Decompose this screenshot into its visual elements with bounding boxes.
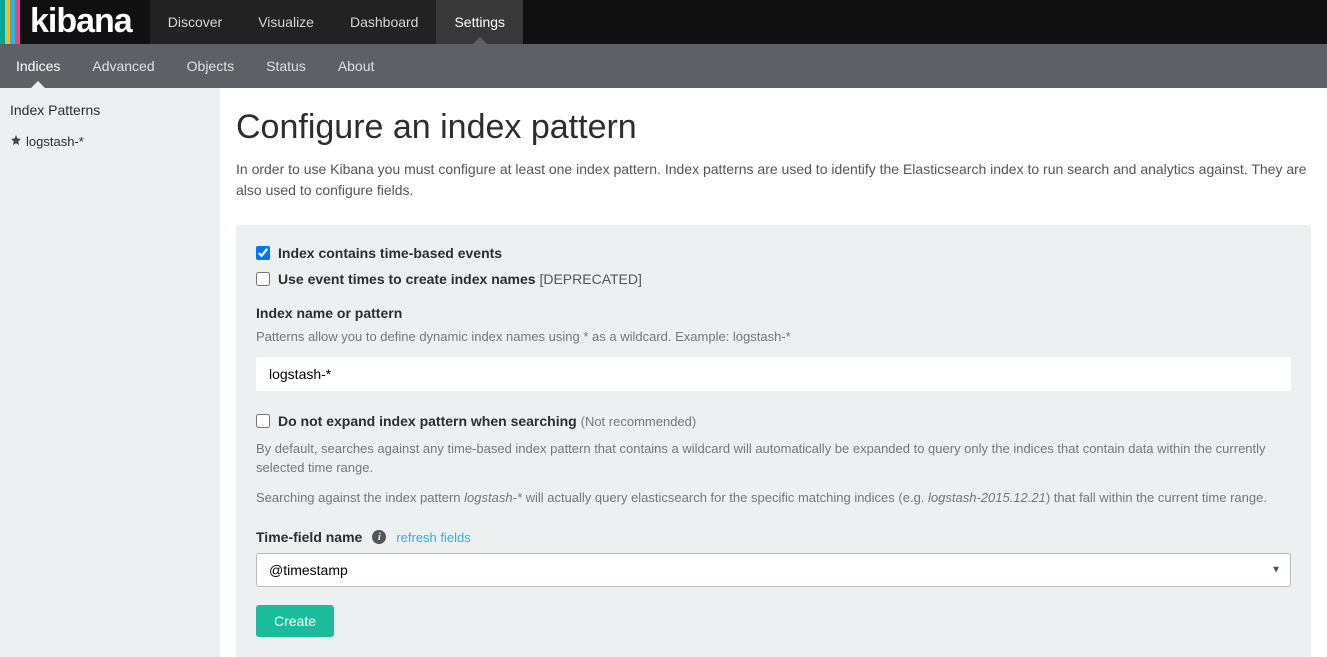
sidebar-heading[interactable]: Index Patterns xyxy=(0,94,220,126)
top-nav: kibana Discover Visualize Dashboard Sett… xyxy=(0,0,1327,44)
logo-bars xyxy=(0,0,20,44)
sidebar-item-label: logstash-* xyxy=(26,134,84,149)
time-field-select[interactable]: @timestamp xyxy=(256,553,1291,587)
time-field-label: Time-field name xyxy=(256,529,362,545)
event-times-checkbox[interactable] xyxy=(256,272,270,286)
time-field-row: Time-field name i refresh fields xyxy=(256,529,1291,545)
nav-settings[interactable]: Settings xyxy=(436,0,523,44)
no-expand-checkbox[interactable] xyxy=(256,414,270,428)
index-name-help: Patterns allow you to define dynamic ind… xyxy=(256,327,1291,347)
refresh-fields-link[interactable]: refresh fields xyxy=(396,530,470,545)
sub-nav: Indices Advanced Objects Status About xyxy=(0,44,1327,88)
subnav-advanced[interactable]: Advanced xyxy=(76,44,170,88)
config-form: Index contains time-based events Use eve… xyxy=(236,225,1311,657)
checkbox-row-no-expand: Do not expand index pattern when searchi… xyxy=(256,413,1291,429)
info-icon[interactable]: i xyxy=(372,530,386,544)
help-default-expand: By default, searches against any time-ba… xyxy=(256,439,1291,478)
subnav-indices[interactable]: Indices xyxy=(0,44,76,88)
time-based-label: Index contains time-based events xyxy=(278,245,502,261)
star-icon xyxy=(10,134,22,149)
nav-dashboard[interactable]: Dashboard xyxy=(332,0,437,44)
help-search-example: Searching against the index pattern logs… xyxy=(256,488,1291,508)
nav-visualize[interactable]: Visualize xyxy=(240,0,332,44)
sidebar-item-logstash[interactable]: logstash-* xyxy=(0,126,220,157)
checkbox-row-time-based: Index contains time-based events xyxy=(256,245,1291,261)
time-based-checkbox[interactable] xyxy=(256,246,270,260)
content: Configure an index pattern In order to u… xyxy=(220,88,1327,657)
subnav-about[interactable]: About xyxy=(322,44,391,88)
top-nav-links: Discover Visualize Dashboard Settings xyxy=(150,0,523,44)
index-name-input[interactable] xyxy=(256,357,1291,391)
create-button[interactable]: Create xyxy=(256,605,334,637)
page-title: Configure an index pattern xyxy=(236,108,1311,147)
no-expand-label: Do not expand index pattern when searchi… xyxy=(278,413,696,429)
page-intro: In order to use Kibana you must configur… xyxy=(236,159,1311,201)
nav-discover[interactable]: Discover xyxy=(150,0,240,44)
subnav-objects[interactable]: Objects xyxy=(171,44,250,88)
checkbox-row-event-times: Use event times to create index names [D… xyxy=(256,271,1291,287)
brand-logo: kibana xyxy=(20,0,150,44)
time-field-select-wrap: @timestamp ▼ xyxy=(256,553,1291,587)
index-name-label: Index name or pattern xyxy=(256,305,1291,321)
subnav-status[interactable]: Status xyxy=(250,44,322,88)
event-times-label: Use event times to create index names [D… xyxy=(278,271,642,287)
sidebar: Index Patterns logstash-* xyxy=(0,88,220,657)
